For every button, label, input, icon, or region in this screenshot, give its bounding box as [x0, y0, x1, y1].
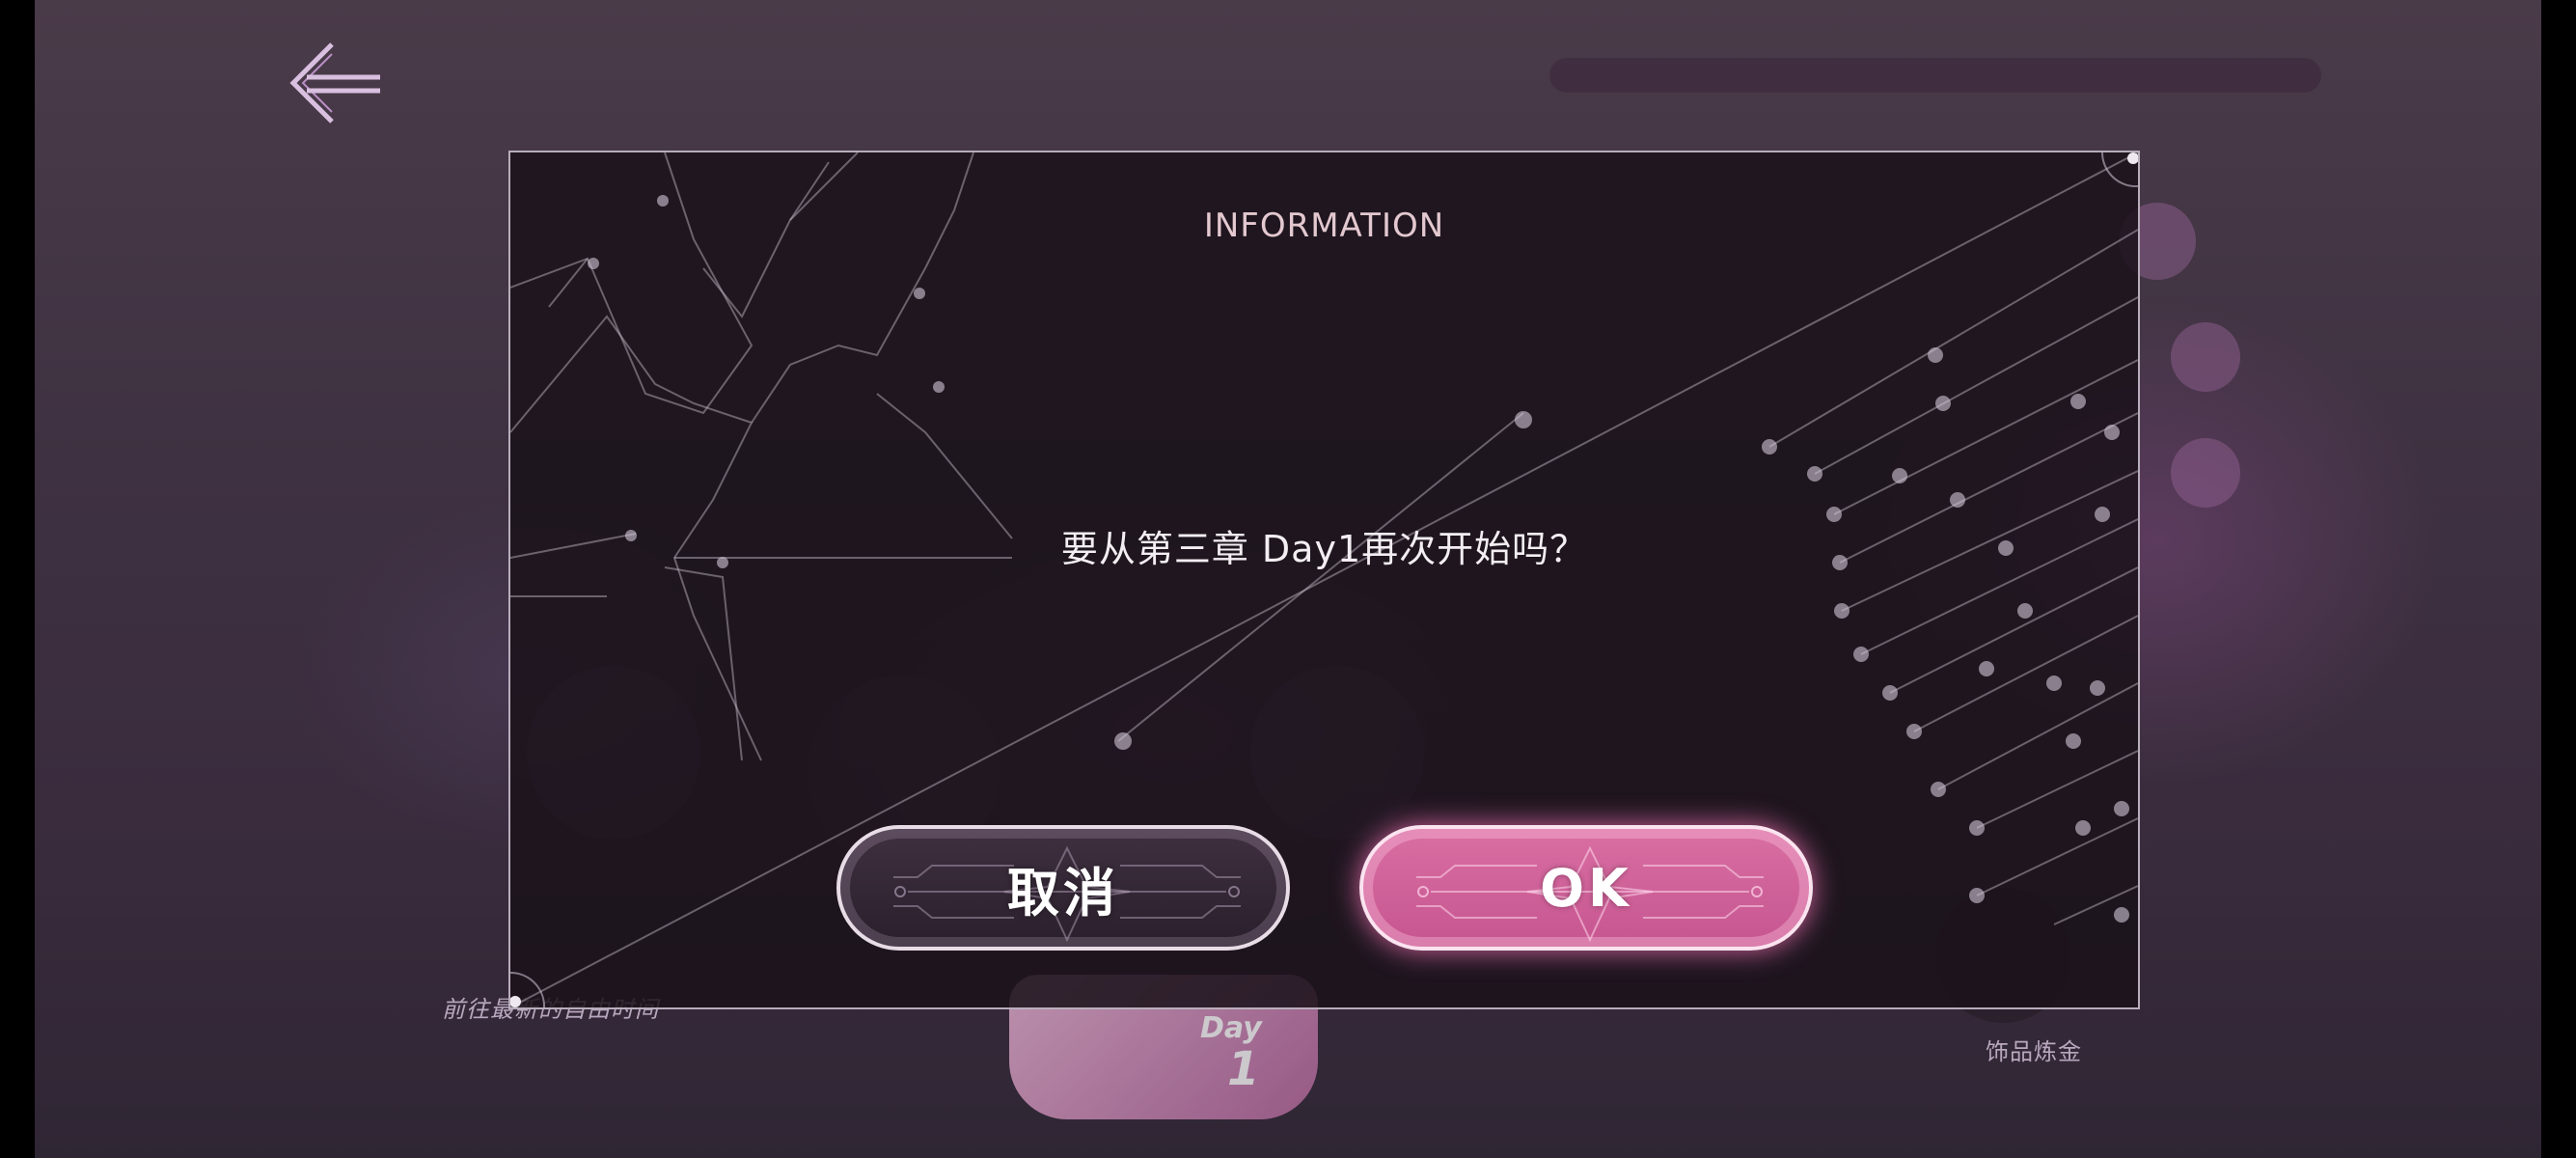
accessory-alchemy-caption[interactable]: 饰品炼金 [1986, 1033, 2082, 1066]
cancel-button-label: 取消 [1007, 862, 1119, 924]
cancel-button[interactable]: 取消 [836, 825, 1290, 951]
circuit-decoration [510, 152, 2138, 1007]
day-card-number: 1 [1227, 1042, 1260, 1096]
dialog-message: 要从第三章 Day1再次开始吗？ [1060, 528, 1588, 570]
confirm-dialog: INFORMATION 要从第三章 Day1再次开始吗？ 取消 OK [508, 151, 2140, 1009]
back-arrow-icon [289, 42, 380, 124]
ok-button[interactable]: OK [1359, 825, 1813, 951]
dialog-title: INFORMATION [1203, 207, 1445, 245]
back-button[interactable] [288, 37, 403, 129]
ok-button-label: OK [1540, 857, 1632, 919]
day-card-word: Day [1200, 1011, 1262, 1045]
game-screen: 前往最新的自由时间 饰品炼金 Day 1 INFORMATION 要从第三章 D… [35, 0, 2541, 1158]
